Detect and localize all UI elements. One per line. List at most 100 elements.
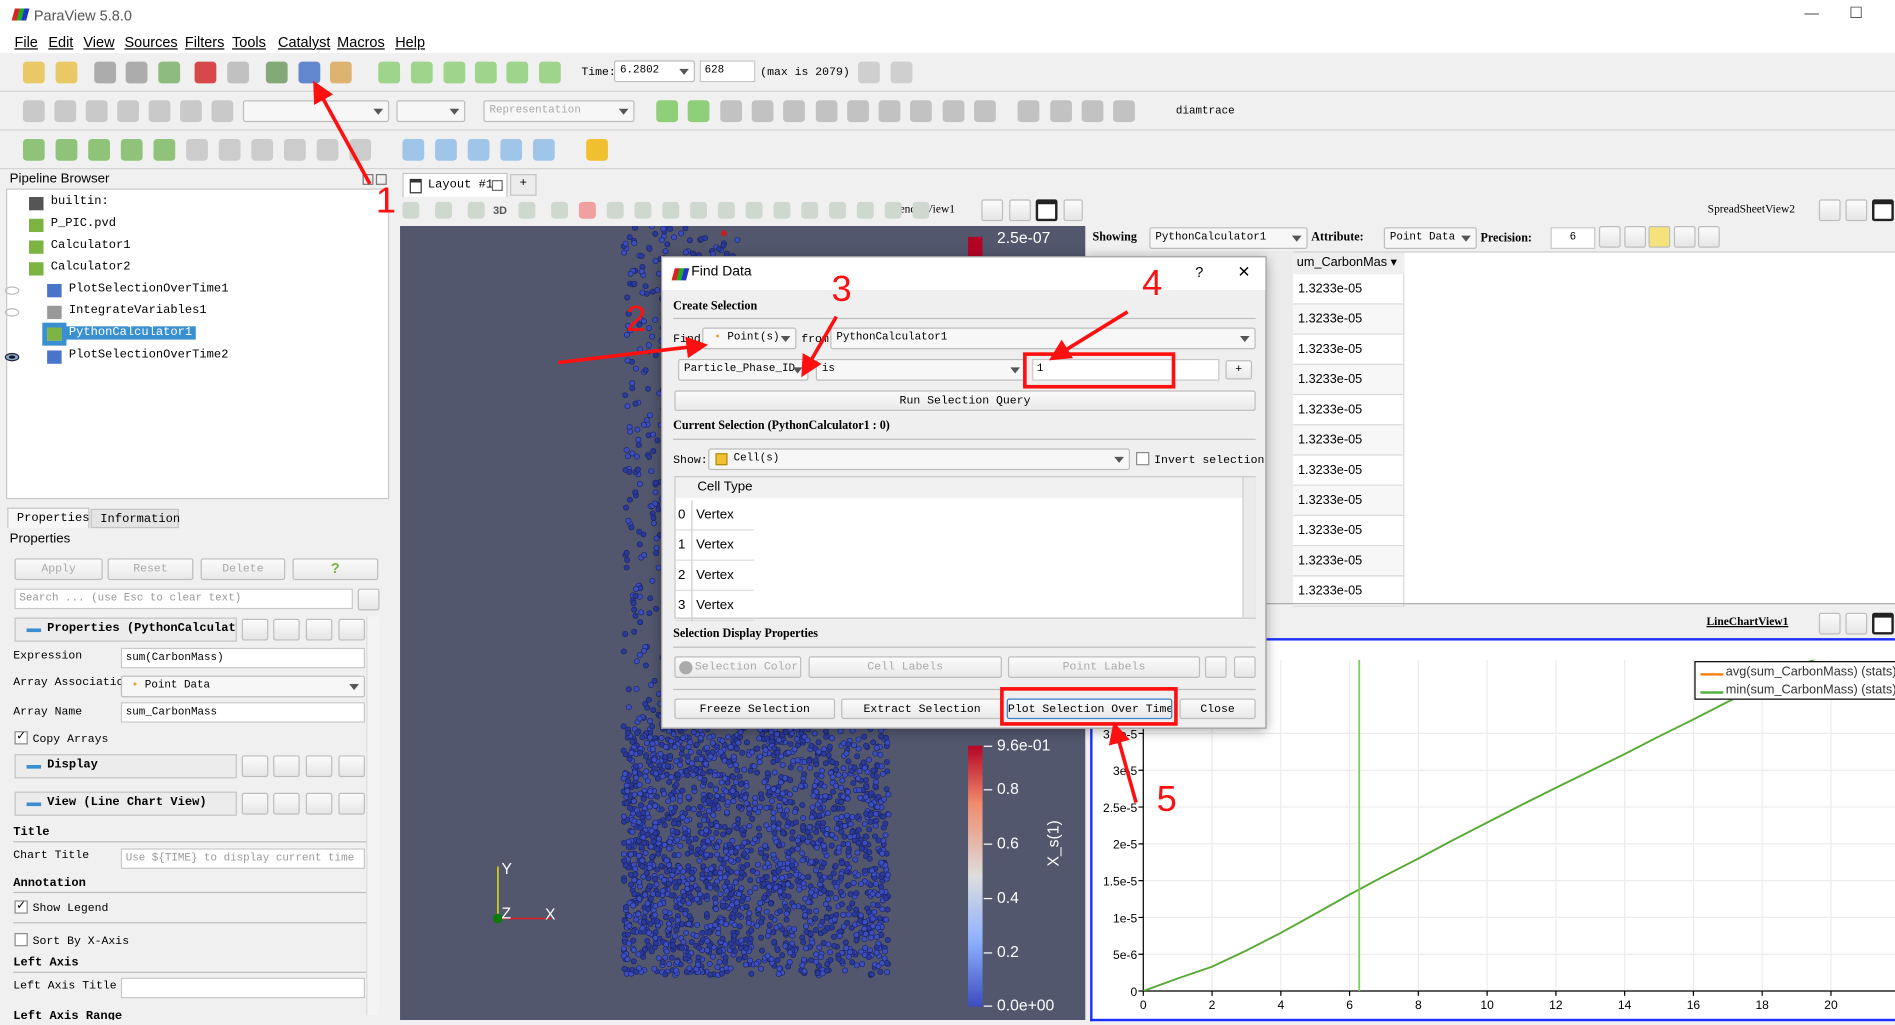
close-tab-icon[interactable] [491,180,503,191]
color-palette-icon[interactable] [329,61,352,84]
spreadsheet-row[interactable]: 1.3233e-05 [1293,364,1405,396]
find-type-combo[interactable]: • Point(s) [702,327,797,350]
warp-by-vector-icon[interactable] [284,138,306,161]
pick-center-icon[interactable] [1017,100,1040,123]
menu-file[interactable]: File [15,34,38,51]
timestep-spinbox[interactable]: 628 [699,60,756,83]
open-file-icon[interactable] [22,61,45,84]
play-icon[interactable] [443,61,466,84]
contour-icon[interactable] [55,138,78,161]
menu-tools[interactable]: Tools [232,34,266,51]
maximize-view-icon[interactable] [1872,612,1894,635]
tab-information[interactable]: Information [90,508,180,529]
close-button[interactable]: Close [1179,698,1256,720]
previous-frame-icon[interactable] [410,61,433,84]
copy-icon[interactable] [241,618,269,641]
table-scrollbar[interactable] [1242,477,1256,618]
sort-by-x-checkbox[interactable] [14,933,28,947]
select-blocks-icon[interactable] [717,201,735,219]
view-plus-y-icon[interactable] [815,100,837,123]
eye-hidden-icon[interactable] [4,308,20,317]
selection-color-button[interactable]: Selection Color [674,656,802,678]
toggle-cell-connectivity-icon[interactable] [1673,225,1696,248]
extract-selection-button[interactable]: Extract Selection [841,698,1004,720]
split-horizontal-icon[interactable] [981,199,1004,222]
rescale-custom-temporal-icon[interactable] [148,100,171,123]
representation-combo[interactable]: Representation [483,100,635,123]
query-operator-combo[interactable]: is [815,358,1027,381]
view-minus-y-icon[interactable] [846,100,869,123]
spreadsheet-row[interactable]: 1.3233e-05 [1293,425,1405,456]
point-labels-button[interactable]: Point Labels [1007,656,1201,678]
zoom-to-data-icon[interactable] [858,61,880,84]
fixed-representation-icon[interactable] [1598,225,1621,248]
last-frame-icon[interactable] [506,61,529,84]
precision-spinbox[interactable]: 6 [1550,227,1596,249]
tab-layout-1[interactable]: Layout #1 [402,172,508,197]
reload-icon[interactable] [305,755,333,778]
attribute-combo[interactable]: Point Data [1383,227,1477,249]
pipeline-item[interactable]: Calculator2 [7,260,370,279]
freeze-selection-button[interactable]: Freeze Selection [674,698,836,720]
capture-screenshot-icon[interactable] [467,201,485,219]
macro-diamtrace[interactable]: diamtrace [1176,105,1235,117]
glyph-icon[interactable] [218,138,241,161]
reload-icon[interactable] [305,792,333,815]
show-center-icon[interactable] [1081,100,1104,123]
copy-arrays-checkbox[interactable]: ✓ [14,731,28,745]
menu-macros[interactable]: Macros [337,34,385,51]
copy-icon[interactable] [241,792,269,815]
select-cells-on-icon[interactable] [551,201,569,219]
eye-visible-icon[interactable] [4,352,20,362]
stream-tracer-icon[interactable] [251,138,274,161]
edit-color-map-icon[interactable] [54,100,77,123]
loop-icon[interactable] [539,61,561,84]
column-header[interactable]: um_CarbonMas ▾ [1293,252,1405,275]
pipeline-item[interactable]: builtin: [7,195,370,214]
show-legend-checkbox[interactable]: ✓ [14,900,28,914]
select-points-on-icon[interactable] [578,201,596,219]
plot-selection-over-time-button[interactable]: Plot Selection Over Time [1006,698,1173,720]
section-properties[interactable]: Properties (PythonCalculat [14,617,237,642]
properties-scrollbar[interactable] [366,616,380,1016]
split-vertical-icon[interactable] [1845,612,1868,635]
rescale-visible-icon[interactable] [180,100,202,123]
rescale-temporal-icon[interactable] [211,100,234,123]
toggle-color-legend-icon[interactable] [22,100,45,123]
view-plus-z-icon[interactable] [878,100,901,123]
add-layout-tab[interactable]: + [510,174,537,196]
first-frame-icon[interactable] [378,61,401,84]
select-cells-polygon-icon[interactable] [662,201,680,219]
maximize-view-icon[interactable] [1872,199,1894,222]
export-spreadsheet-icon[interactable] [1698,225,1720,248]
advanced-gear-icon[interactable] [357,588,380,611]
spreadsheet-row[interactable]: 1.3233e-05 [1293,516,1405,547]
spreadsheet-row[interactable]: 1.3233e-05 [1293,455,1405,486]
zoom-to-data-icon[interactable] [688,100,710,123]
save-defaults-icon[interactable] [338,755,365,778]
minimize-button[interactable]: — [1804,5,1819,22]
pipeline-item[interactable]: PythonCalculator1 [7,322,370,346]
pipeline-item[interactable]: IntegrateVariables1 [4,303,370,322]
settings-gear-icon[interactable] [1233,656,1256,678]
redo-icon[interactable] [227,61,249,84]
maximize-button[interactable]: ☐ [1849,4,1863,23]
invert-selection-checkbox[interactable] [1136,451,1150,466]
show-type-combo[interactable]: Cell(s) [708,448,1130,471]
select-points-through-icon[interactable] [634,201,652,219]
spreadsheet-row[interactable]: 1.3233e-05 [1293,334,1405,365]
toggle-column-visibility-icon[interactable] [1648,225,1671,248]
split-horizontal-icon[interactable] [1818,612,1841,635]
section-display[interactable]: Display [14,754,237,779]
help-button[interactable]: ? [292,558,379,581]
clip-icon[interactable] [88,138,110,161]
disconnect-icon[interactable] [125,61,148,84]
python-calculator-icon[interactable] [532,138,555,161]
find-data-icon[interactable] [298,61,321,84]
select-cells-through-icon[interactable] [606,201,624,219]
undo-icon[interactable] [194,61,217,84]
split-vertical-icon[interactable] [1009,199,1031,222]
save-defaults-icon[interactable] [338,792,365,815]
float-panel-icon[interactable] [362,174,374,185]
auto-apply-icon[interactable] [158,61,181,84]
